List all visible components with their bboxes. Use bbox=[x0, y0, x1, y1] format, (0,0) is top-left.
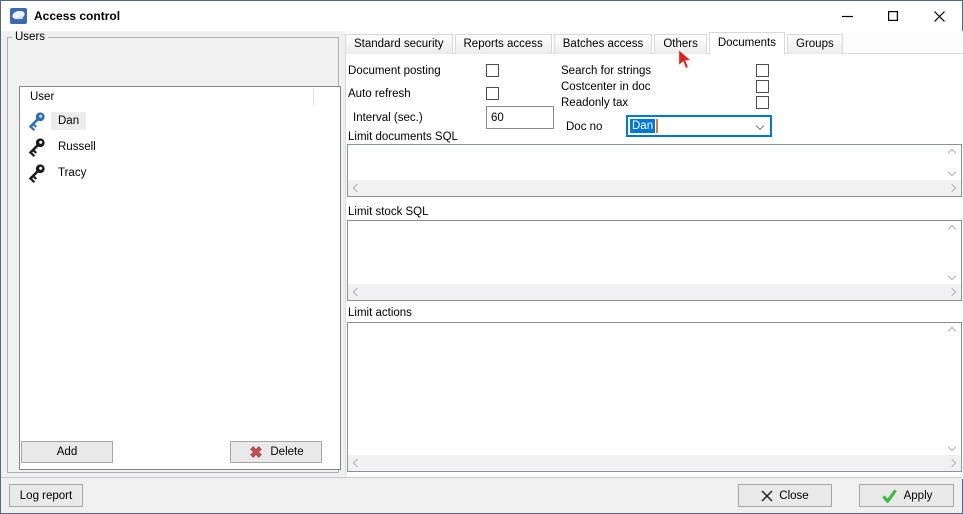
search-for-strings-label: Search for strings bbox=[561, 65, 652, 77]
doc-no-label: Doc no bbox=[566, 121, 603, 133]
user-name: Russell bbox=[58, 141, 96, 153]
column-divider[interactable] bbox=[313, 89, 314, 106]
footer-bar: Log report Close Apply bbox=[1, 477, 962, 513]
limit-stock-sql-textarea[interactable] bbox=[347, 220, 962, 301]
auto-refresh-label: Auto refresh bbox=[348, 88, 411, 100]
vertical-scrollbar[interactable] bbox=[945, 145, 961, 180]
log-report-button[interactable]: Log report bbox=[9, 484, 83, 507]
doc-no-combobox[interactable]: Dan bbox=[626, 115, 772, 137]
close-button[interactable] bbox=[916, 1, 962, 31]
apply-button[interactable]: Apply bbox=[859, 484, 954, 507]
readonly-tax-checkbox[interactable] bbox=[756, 96, 769, 109]
close-icon bbox=[933, 10, 945, 22]
document-posting-label: Document posting bbox=[348, 65, 441, 77]
delete-x-icon bbox=[250, 446, 263, 458]
costcenter-in-doc-label: Costcenter in doc bbox=[561, 81, 651, 93]
horizontal-scrollbar[interactable] bbox=[348, 455, 961, 471]
tab-groups[interactable]: Groups bbox=[787, 34, 843, 54]
titlebar: Access control bbox=[1, 1, 962, 31]
horizontal-scrollbar[interactable] bbox=[348, 180, 961, 196]
costcenter-in-doc-checkbox[interactable] bbox=[756, 80, 769, 93]
users-list[interactable]: User Dan Russell Tracy bbox=[19, 86, 341, 470]
minimize-icon bbox=[841, 15, 853, 17]
window-title: Access control bbox=[34, 9, 121, 23]
key-icon bbox=[28, 164, 45, 184]
maximize-button[interactable] bbox=[870, 1, 916, 31]
app-icon bbox=[10, 8, 27, 24]
doc-no-selected-text: Dan bbox=[630, 119, 656, 133]
user-name: Dan bbox=[51, 112, 87, 130]
limit-documents-sql-label: Limit documents SQL bbox=[348, 131, 458, 143]
tab-batches-access[interactable]: Batches access bbox=[553, 34, 653, 54]
vertical-scrollbar[interactable] bbox=[945, 221, 961, 284]
limit-stock-sql-label: Limit stock SQL bbox=[348, 206, 429, 218]
user-row-dan[interactable]: Dan bbox=[20, 108, 340, 134]
search-for-strings-checkbox[interactable] bbox=[756, 64, 769, 77]
document-posting-checkbox[interactable] bbox=[486, 64, 499, 77]
auto-refresh-checkbox[interactable] bbox=[486, 87, 499, 100]
scroll-left-icon[interactable] bbox=[352, 458, 362, 468]
scroll-up-icon[interactable] bbox=[947, 224, 957, 234]
minimize-button[interactable] bbox=[824, 1, 870, 31]
tab-others[interactable]: Others bbox=[654, 34, 707, 54]
interval-input[interactable] bbox=[486, 106, 554, 129]
horizontal-scrollbar[interactable] bbox=[348, 284, 961, 300]
close-dialog-button[interactable]: Close bbox=[738, 484, 832, 507]
key-icon bbox=[28, 138, 45, 158]
scroll-up-icon[interactable] bbox=[947, 326, 957, 336]
tabstrip: Standard security Reports access Batches… bbox=[345, 32, 845, 55]
interval-label: Interval (sec.) bbox=[353, 112, 423, 124]
scroll-right-icon[interactable] bbox=[947, 287, 957, 297]
scroll-left-icon[interactable] bbox=[352, 287, 362, 297]
user-name: Tracy bbox=[58, 167, 87, 179]
limit-actions-label: Limit actions bbox=[348, 307, 412, 319]
access-control-window: Access control Users User Dan Russell Tr… bbox=[0, 0, 963, 514]
apply-check-icon bbox=[881, 489, 897, 503]
limit-documents-sql-textarea[interactable] bbox=[347, 144, 962, 197]
scroll-left-icon[interactable] bbox=[352, 183, 362, 193]
tab-reports-access[interactable]: Reports access bbox=[454, 34, 552, 54]
tab-documents[interactable]: Documents bbox=[708, 32, 785, 55]
chevron-down-icon[interactable] bbox=[755, 121, 765, 131]
text-caret bbox=[656, 119, 659, 133]
limit-actions-textarea[interactable] bbox=[347, 322, 962, 472]
delete-button[interactable]: Delete bbox=[230, 441, 322, 463]
scroll-down-icon[interactable] bbox=[947, 442, 957, 452]
user-row-tracy[interactable]: Tracy bbox=[20, 160, 340, 186]
users-group-label: Users bbox=[12, 31, 49, 43]
close-x-icon bbox=[761, 489, 773, 502]
maximize-icon bbox=[888, 11, 898, 21]
scroll-down-icon[interactable] bbox=[947, 271, 957, 281]
scroll-down-icon[interactable] bbox=[947, 167, 957, 177]
user-column-header[interactable]: User bbox=[20, 87, 340, 108]
readonly-tax-label: Readonly tax bbox=[561, 97, 629, 109]
add-button[interactable]: Add bbox=[21, 441, 113, 463]
scroll-right-icon[interactable] bbox=[947, 183, 957, 193]
tab-standard-security[interactable]: Standard security bbox=[345, 34, 453, 54]
key-icon bbox=[28, 112, 45, 132]
scroll-up-icon[interactable] bbox=[947, 148, 957, 158]
vertical-scrollbar[interactable] bbox=[945, 323, 961, 455]
users-groupbox: User Dan Russell Tracy Add Delete bbox=[7, 37, 341, 473]
user-row-russell[interactable]: Russell bbox=[20, 134, 340, 160]
scroll-right-icon[interactable] bbox=[947, 458, 957, 468]
